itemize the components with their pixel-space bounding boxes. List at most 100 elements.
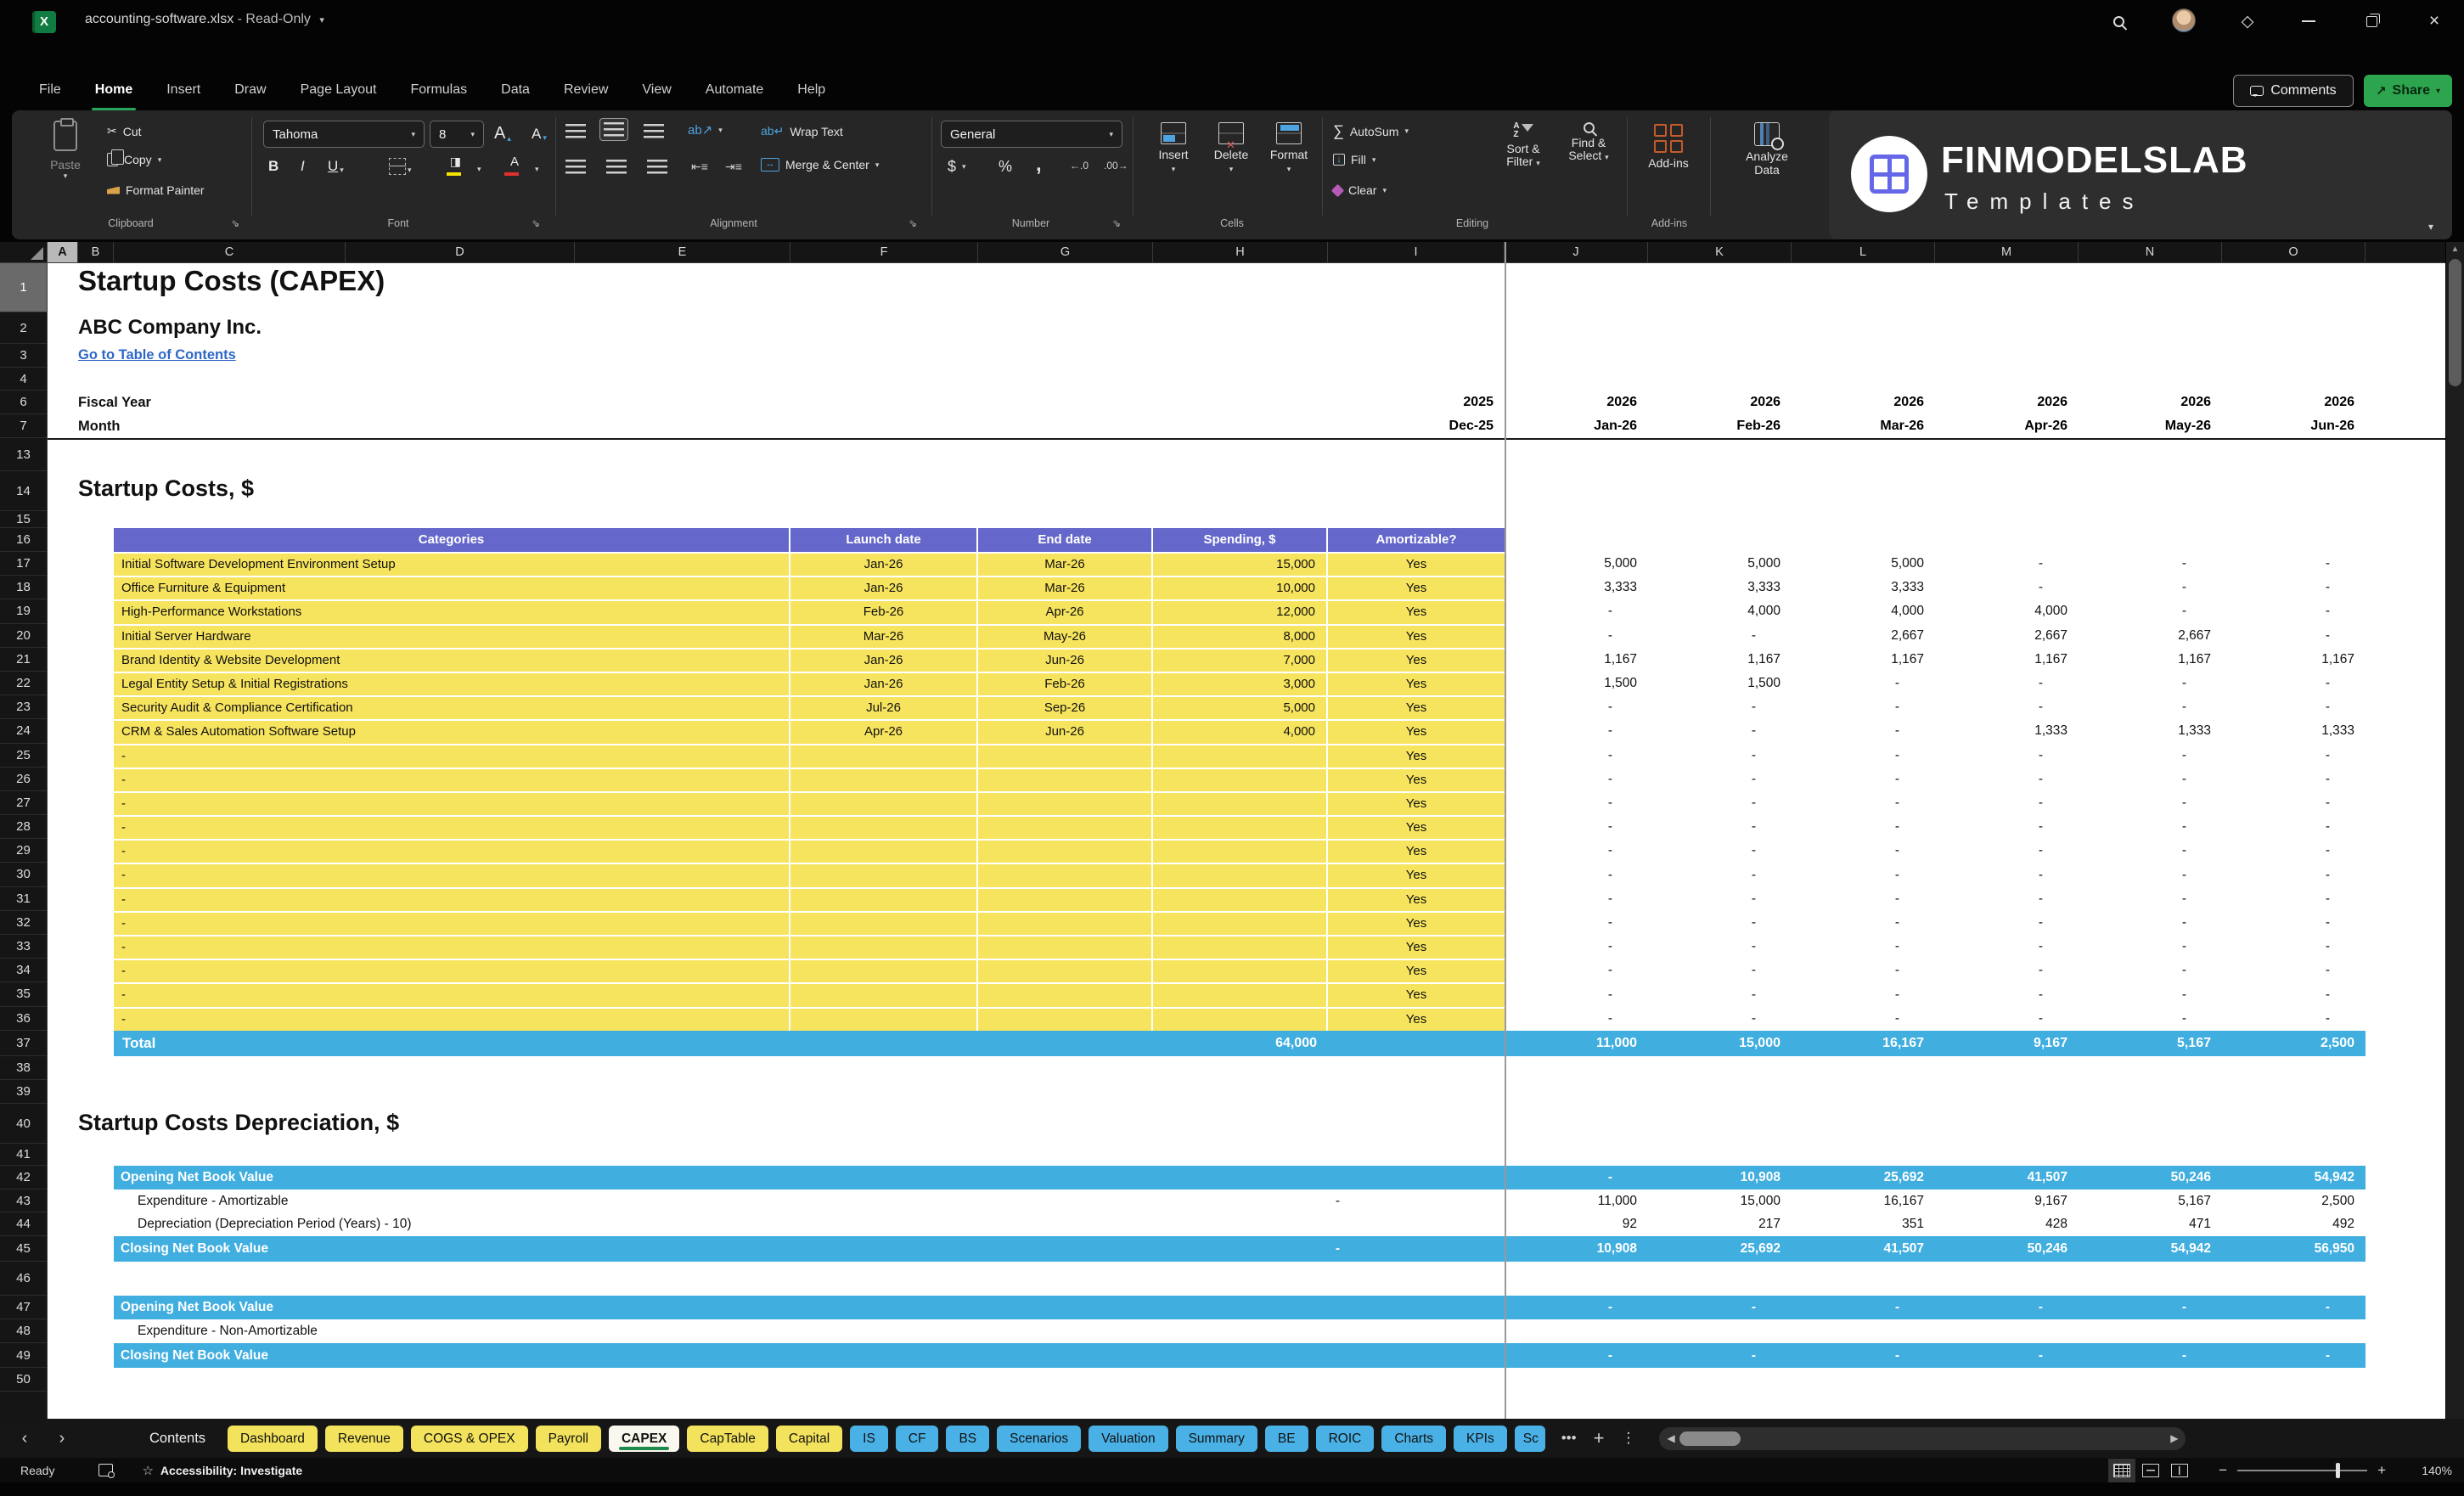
number-dialog-launcher-icon[interactable]: ⇘ bbox=[1112, 217, 1121, 229]
value-cell[interactable]: - bbox=[2222, 815, 2366, 839]
cell[interactable]: - bbox=[114, 1008, 790, 1031]
value-cell[interactable]: - bbox=[1935, 768, 2079, 791]
cell[interactable]: - bbox=[114, 768, 790, 791]
row-header-49[interactable]: 49 bbox=[0, 1343, 47, 1368]
value-cell[interactable]: 4,000 bbox=[1648, 599, 1792, 623]
row-header-3[interactable]: 3 bbox=[0, 344, 47, 368]
menu-tab-page-layout[interactable]: Page Layout bbox=[287, 73, 391, 110]
value-cell[interactable]: - bbox=[1648, 911, 1792, 935]
wrap-text-button[interactable]: ab↵ Wrap Text bbox=[761, 124, 843, 138]
value-cell[interactable]: - bbox=[1505, 911, 1648, 935]
row-header-46[interactable]: 46 bbox=[0, 1262, 47, 1296]
horizontal-scroll-thumb[interactable] bbox=[1679, 1431, 1741, 1446]
value-cell[interactable]: - bbox=[2079, 791, 2222, 815]
cell[interactable] bbox=[790, 864, 978, 887]
row-header-7[interactable]: 7 bbox=[0, 414, 47, 438]
align-left-button[interactable] bbox=[565, 160, 586, 174]
value-cell[interactable]: - bbox=[2222, 624, 2366, 648]
page-layout-view-button[interactable] bbox=[2142, 1463, 2160, 1477]
table-row[interactable]: - Yes bbox=[114, 790, 1505, 816]
value-cell[interactable]: - bbox=[1935, 935, 2079, 959]
fiscal-year-cell[interactable]: 2026 bbox=[2222, 395, 2366, 410]
column-header-G[interactable]: G bbox=[978, 242, 1153, 263]
row-header-44[interactable]: 44 bbox=[0, 1212, 47, 1236]
value-cell[interactable]: - bbox=[1648, 1007, 1792, 1031]
share-button[interactable]: ↗ Share ▾ bbox=[2364, 75, 2452, 107]
dep-row-closing-net-book-value[interactable]: Closing Net Book Value - - - - - - bbox=[114, 1343, 2366, 1368]
row-header-33[interactable]: 33 bbox=[0, 935, 47, 959]
zoom-slider[interactable] bbox=[2237, 1462, 2368, 1478]
number-format-select[interactable]: General ▾ bbox=[941, 121, 1122, 148]
row-header-18[interactable]: 18 bbox=[0, 576, 47, 600]
cell[interactable]: Legal Entity Setup & Initial Registratio… bbox=[114, 672, 790, 696]
cell[interactable] bbox=[790, 936, 978, 959]
cell[interactable] bbox=[978, 841, 1153, 863]
value-cell[interactable]: - bbox=[1935, 839, 2079, 863]
value-cell[interactable]: - bbox=[1505, 719, 1648, 743]
autosum-button[interactable]: ∑ AutoSum ▾ bbox=[1333, 122, 1409, 140]
cell[interactable] bbox=[1153, 864, 1328, 887]
value-cell[interactable]: 5,000 bbox=[1505, 552, 1648, 576]
bold-button[interactable]: B bbox=[268, 158, 278, 175]
table-row[interactable]: - Yes bbox=[114, 743, 1505, 768]
value-cell[interactable]: - bbox=[1505, 1007, 1648, 1031]
value-cell[interactable]: - bbox=[1648, 935, 1792, 959]
row-header-37[interactable]: 37 bbox=[0, 1031, 47, 1056]
value-cell[interactable]: - bbox=[1792, 839, 1935, 863]
fiscal-year-cell[interactable]: 2026 bbox=[1935, 395, 2079, 410]
collapse-ribbon-icon[interactable]: ▾ bbox=[2428, 221, 2433, 233]
zoom-out-button[interactable]: − bbox=[2219, 1462, 2227, 1479]
menu-tab-insert[interactable]: Insert bbox=[153, 73, 214, 110]
cell[interactable]: Jun-26 bbox=[978, 649, 1153, 672]
month-cell[interactable]: May-26 bbox=[2079, 419, 2222, 434]
row-header-27[interactable]: 27 bbox=[0, 791, 47, 816]
font-color-button[interactable]: A bbox=[504, 155, 519, 176]
read-only-badge[interactable]: Read-Only bbox=[245, 12, 310, 26]
select-all-corner[interactable] bbox=[0, 242, 48, 263]
cut-button[interactable]: ✂ Cut bbox=[107, 124, 142, 138]
cell[interactable]: Yes bbox=[1328, 817, 1505, 839]
cell[interactable] bbox=[1153, 912, 1328, 935]
fiscal-year-cell[interactable]: 2026 bbox=[1648, 395, 1792, 410]
dep-row-depreciation-depreciation-period-years[interactable]: Depreciation (Depreciation Period (Years… bbox=[114, 1212, 2366, 1236]
cell[interactable]: - bbox=[114, 817, 790, 840]
cell[interactable]: Yes bbox=[1328, 793, 1505, 815]
total-value-cell[interactable]: 9,167 bbox=[1935, 1031, 2079, 1056]
cell[interactable]: Jan-26 bbox=[790, 649, 978, 672]
value-cell[interactable]: - bbox=[2079, 599, 2222, 623]
value-cell[interactable]: 41,507 bbox=[1792, 1236, 1935, 1262]
column-header-F[interactable]: F bbox=[790, 242, 978, 263]
percent-style-button[interactable]: % bbox=[999, 158, 1012, 176]
column-header-D[interactable]: D bbox=[346, 242, 575, 263]
cell[interactable] bbox=[790, 768, 978, 791]
cell[interactable] bbox=[790, 841, 978, 863]
value-cell[interactable]: - bbox=[1935, 695, 2079, 719]
value-cell[interactable]: - bbox=[1935, 744, 2079, 768]
table-row[interactable]: - Yes bbox=[114, 910, 1505, 935]
column-header-E[interactable]: E bbox=[575, 242, 790, 263]
value-cell[interactable]: 428 bbox=[1935, 1212, 2079, 1236]
column-header-O[interactable]: O bbox=[2222, 242, 2366, 263]
value-cell[interactable]: - bbox=[2079, 576, 2222, 599]
value-cell[interactable]: - bbox=[2079, 887, 2222, 911]
sheet-tab-dashboard[interactable]: Dashboard bbox=[228, 1425, 318, 1452]
sheet-tab-captable[interactable]: CapTable bbox=[687, 1425, 768, 1452]
table-row[interactable]: Brand Identity & Website Development Jan-… bbox=[114, 647, 1505, 672]
value-cell[interactable]: - bbox=[2222, 863, 2366, 887]
value-cell[interactable]: 5,167 bbox=[2079, 1189, 2222, 1212]
value-cell[interactable]: - bbox=[1505, 744, 1648, 768]
menu-tab-view[interactable]: View bbox=[628, 73, 684, 110]
value-cell[interactable]: - bbox=[2222, 1343, 2366, 1368]
value-cell[interactable]: 2,667 bbox=[1792, 624, 1935, 648]
sheet-grid[interactable]: Startup Costs (CAPEX) ABC Company Inc. G… bbox=[48, 263, 2464, 1419]
cell[interactable] bbox=[790, 817, 978, 840]
value-cell[interactable]: - bbox=[1505, 695, 1648, 719]
value-cell[interactable]: - bbox=[2079, 911, 2222, 935]
value-cell[interactable]: 1,333 bbox=[1935, 719, 2079, 743]
value-cell[interactable]: - bbox=[2222, 576, 2366, 599]
cell[interactable] bbox=[790, 792, 978, 816]
value-cell[interactable]: - bbox=[1505, 839, 1648, 863]
table-row[interactable]: Legal Entity Setup & Initial Registratio… bbox=[114, 671, 1505, 696]
cell[interactable] bbox=[978, 864, 1153, 887]
table-row[interactable]: High-Performance Workstations Feb-26 Apr-2… bbox=[114, 599, 1505, 624]
